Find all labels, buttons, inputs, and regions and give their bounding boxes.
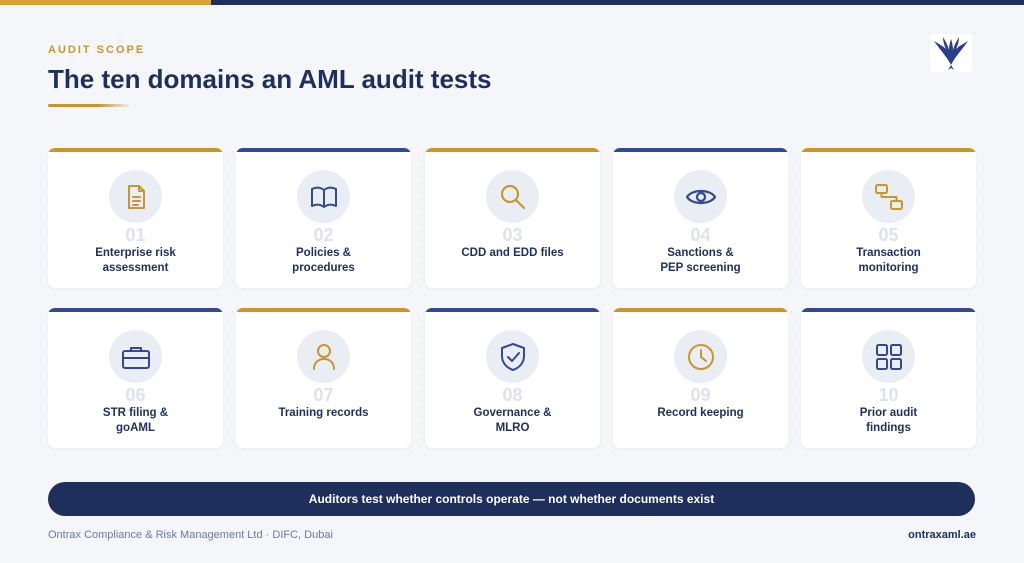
icon-badge <box>862 330 915 383</box>
domain-card-08: 08 Governance & MLRO <box>425 308 600 448</box>
card-accent <box>801 308 976 312</box>
icon-badge <box>109 170 162 223</box>
domain-card-01: 01 Enterprise risk assessment <box>48 148 223 288</box>
title-underline <box>48 104 132 107</box>
domain-card-10: 10 Prior audit findings <box>801 308 976 448</box>
domain-label: Enterprise risk assessment <box>95 247 176 274</box>
domain-card-02: 02 Policies & procedures <box>236 148 411 288</box>
domain-card-04: 04 Sanctions & PEP screening <box>613 148 788 288</box>
domain-card-03: 03 CDD and EDD files <box>425 148 600 288</box>
icon-badge <box>674 170 727 223</box>
domain-number: 08 <box>502 385 523 405</box>
domain-number: 05 <box>878 225 899 245</box>
domain-number: 03 <box>502 225 523 245</box>
icon-badge <box>486 170 539 223</box>
flow-icon <box>874 183 903 210</box>
card-accent <box>801 148 976 152</box>
domain-label: Record keeping <box>657 407 744 419</box>
domain-card-09: 09 Record keeping <box>613 308 788 448</box>
grid-icon <box>875 343 902 370</box>
domain-number: 07 <box>313 385 334 405</box>
domain-label: STR filing & goAML <box>102 407 169 434</box>
person-icon <box>312 343 335 370</box>
footer-website: ontraxaml.ae <box>908 529 976 541</box>
card-accent <box>48 308 223 312</box>
eagle-wings-logo <box>930 34 972 72</box>
eye-icon <box>685 189 716 204</box>
icon-badge <box>297 170 350 223</box>
domain-label: Policies & procedures <box>292 247 355 274</box>
domain-card-07: 07 Training records <box>236 308 411 448</box>
card-accent <box>48 148 223 152</box>
icon-badge <box>674 330 727 383</box>
shield-check-icon <box>500 342 525 371</box>
card-accent <box>425 308 600 312</box>
icon-badge <box>862 170 915 223</box>
domain-number: 01 <box>125 225 146 245</box>
card-accent <box>613 148 788 152</box>
domain-card-05: 05 Transaction monitoring <box>801 148 976 288</box>
magnifier-icon <box>500 184 525 209</box>
card-accent <box>236 148 411 152</box>
icon-badge <box>297 330 350 383</box>
domain-card-06: 06 STR filing & goAML <box>48 308 223 448</box>
domain-label: Transaction monitoring <box>856 247 921 274</box>
key-message-banner: Auditors test whether controls operate —… <box>48 482 975 516</box>
book-icon <box>310 186 337 208</box>
briefcase-icon <box>121 346 150 369</box>
domain-label: Training records <box>278 407 369 419</box>
card-accent <box>236 308 411 312</box>
card-accent <box>425 148 600 152</box>
domain-label: CDD and EDD files <box>461 247 564 259</box>
domain-number: 02 <box>313 225 334 245</box>
domain-number: 04 <box>690 225 711 245</box>
page-title: The ten domains an AML audit tests <box>48 64 492 94</box>
domain-number: 06 <box>125 385 146 405</box>
banner-text: Auditors test whether controls operate —… <box>308 492 715 506</box>
domain-label: Prior audit findings <box>859 407 918 434</box>
section-eyebrow: AUDIT SCOPE <box>48 44 146 56</box>
top-accent-gold <box>0 0 211 5</box>
domain-label: Sanctions & PEP screening <box>660 247 741 274</box>
footer-company: Ontrax Compliance & Risk Management Ltd … <box>48 529 333 541</box>
top-accent-navy <box>211 0 1024 5</box>
icon-badge <box>109 330 162 383</box>
domain-label: Governance & MLRO <box>473 407 552 434</box>
card-accent <box>613 308 788 312</box>
document-icon <box>127 184 145 209</box>
domain-number: 09 <box>690 385 711 405</box>
clock-icon <box>687 343 714 370</box>
domain-number: 10 <box>878 385 899 405</box>
icon-badge <box>486 330 539 383</box>
top-accent-bar <box>0 0 1024 5</box>
